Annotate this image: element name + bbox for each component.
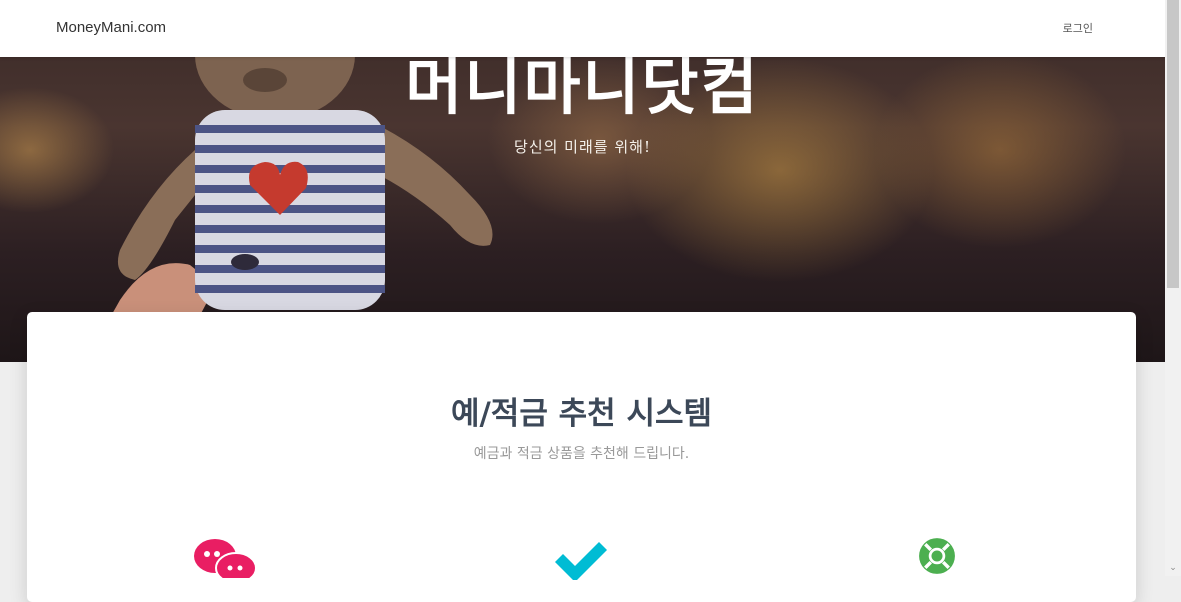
- brand-link[interactable]: MoneyMani.com: [56, 19, 166, 36]
- section-description: 예금과 적금 상품을 추천해 드립니다.: [473, 446, 690, 462]
- lifebuoy-icon: [919, 538, 955, 574]
- scrollbar-thumb[interactable]: [1167, 0, 1179, 288]
- page-scrollbar[interactable]: ⌄: [1165, 0, 1181, 576]
- hero-subtitle: 당신의 미래를 위해!: [514, 138, 651, 156]
- check-icon: [555, 542, 607, 580]
- login-link[interactable]: 로그인: [1063, 20, 1093, 36]
- section-title: 예/적금 추천 시스템: [450, 396, 713, 432]
- navbar: MoneyMani.com 로그인: [0, 0, 1165, 57]
- feature-card: 예/적금 추천 시스템 예금과 적금 상품을 추천해 드립니다.: [27, 312, 1136, 602]
- scroll-down-arrow-icon[interactable]: ⌄: [1165, 560, 1181, 576]
- chat-bubbles-icon: [194, 539, 257, 578]
